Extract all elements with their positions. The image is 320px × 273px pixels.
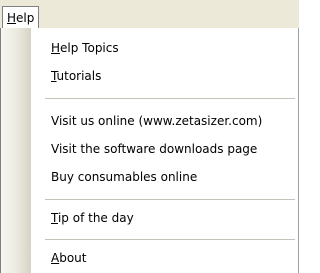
- menu-separator: [45, 199, 295, 200]
- menu-separator: [45, 239, 295, 240]
- menu-item-label: bout: [59, 251, 87, 265]
- menu-item-mnemonic: A: [51, 251, 60, 265]
- help-menu-title[interactable]: Help: [2, 6, 40, 28]
- menu-item-label: Buy consumables online: [51, 170, 198, 184]
- help-dropdown-menu: Help Topics Tutorials Visit us online (w…: [0, 28, 299, 273]
- menu-separator: [45, 98, 295, 99]
- menu-item-label: Visit the software downloads page: [51, 142, 258, 156]
- menu-item-label: elp Topics: [60, 41, 119, 55]
- menu-item-help-topics[interactable]: Help Topics: [51, 37, 119, 59]
- menu-item-tip-of-the-day[interactable]: Tip of the day: [51, 207, 134, 229]
- menu-item-label: Visit us online (www.zetasizer.com): [51, 114, 263, 128]
- menu-item-visit-online[interactable]: Visit us online (www.zetasizer.com): [51, 110, 262, 132]
- help-menu-title-rest: elp: [16, 11, 35, 25]
- menu-bar: Help: [0, 0, 299, 28]
- menu-item-mnemonic: T: [51, 211, 58, 225]
- menu-item-buy-consumables[interactable]: Buy consumables online: [51, 166, 197, 188]
- menu-item-about[interactable]: About: [51, 247, 87, 269]
- menu-icon-gutter: [1, 28, 31, 273]
- menu-item-tutorials[interactable]: Tutorials: [51, 65, 101, 87]
- menu-item-mnemonic: H: [51, 41, 61, 55]
- menu-item-label: ip of the day: [57, 211, 134, 225]
- menu-item-label: utorials: [56, 69, 102, 83]
- menu-item-software-downloads[interactable]: Visit the software downloads page: [51, 138, 257, 160]
- help-menu-title-mnemonic: H: [7, 11, 17, 25]
